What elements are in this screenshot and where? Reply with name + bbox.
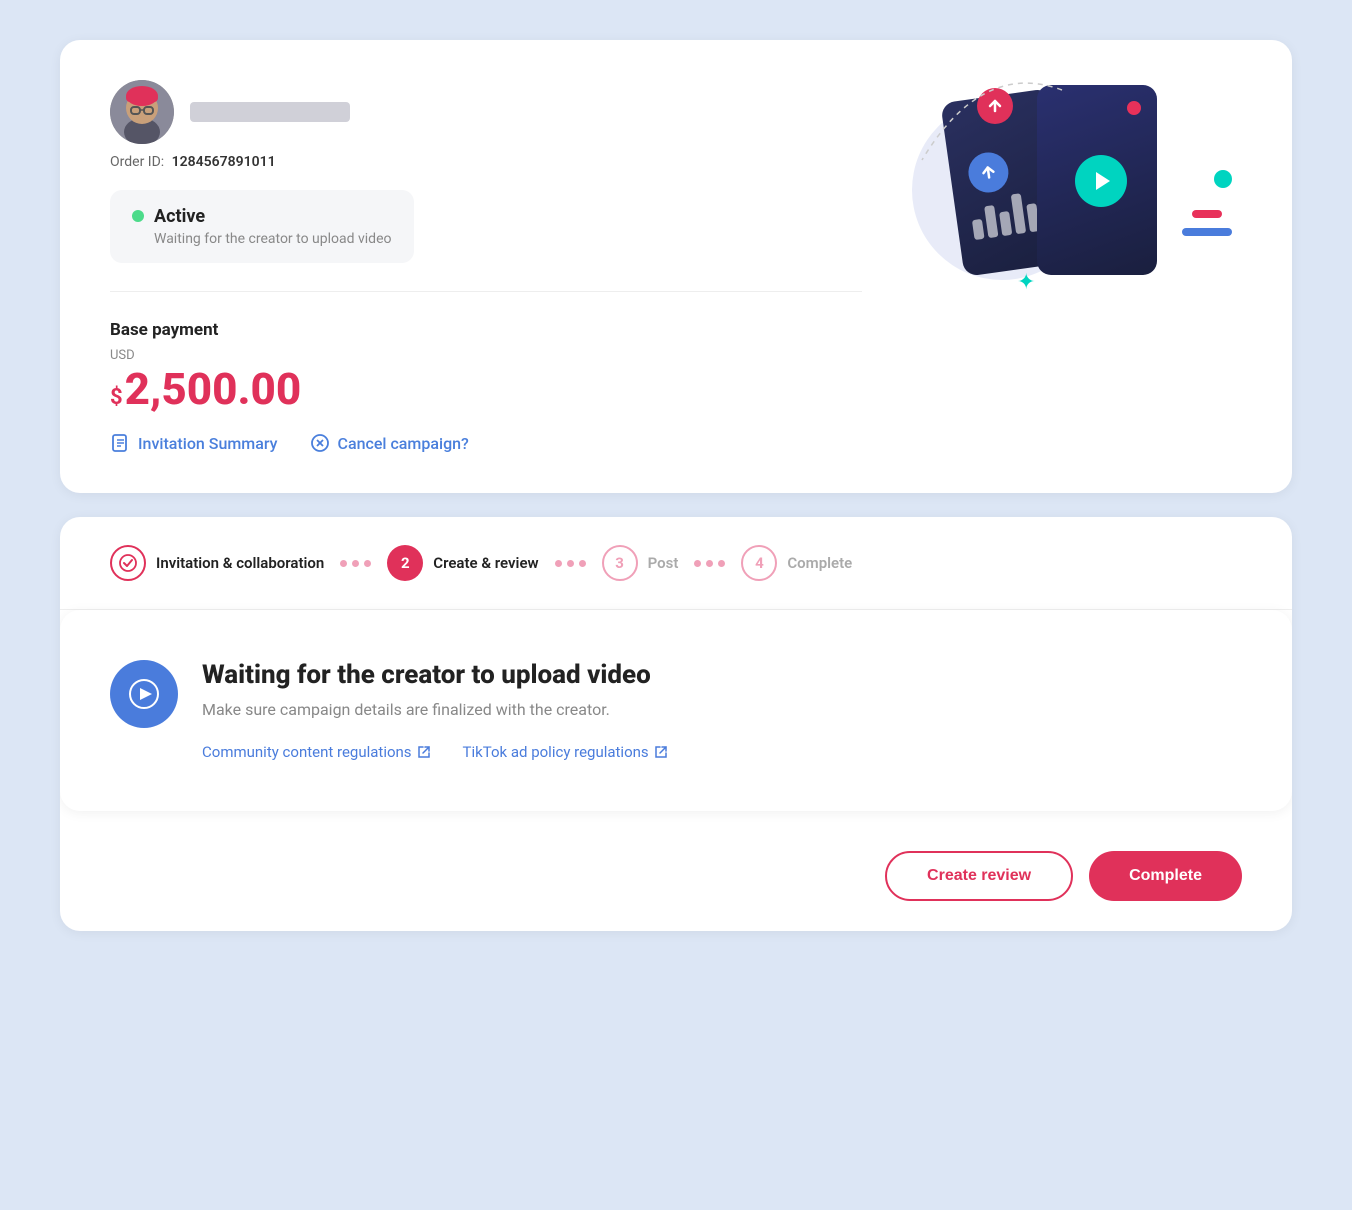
step-dots-2 [555, 560, 586, 567]
video-icon [126, 676, 162, 712]
cancel-campaign-label: Cancel campaign? [338, 434, 469, 453]
cancel-campaign-link[interactable]: Cancel campaign? [310, 433, 469, 453]
status-box: Active Waiting for the creator to upload… [110, 190, 414, 263]
order-id-label: Order ID: [110, 154, 164, 170]
step-dots-1 [340, 560, 371, 567]
community-link-label: Community content regulations [202, 743, 412, 761]
step-item-1: Invitation & collaboration [110, 545, 324, 581]
external-link-icon-2 [654, 745, 668, 759]
user-name-bar [190, 102, 350, 122]
complete-button[interactable]: Complete [1089, 851, 1242, 901]
content-text: Waiting for the creator to upload video … [202, 660, 1242, 761]
step-circle-4: 4 [741, 545, 777, 581]
illustration: ✦ ✦ [862, 80, 1242, 320]
step-label-2: Create & review [433, 554, 538, 572]
teal-dot [1214, 170, 1232, 188]
divider [110, 291, 862, 292]
avatar [110, 80, 174, 144]
step-dots-3 [694, 560, 725, 567]
step-circle-2: 2 [387, 545, 423, 581]
step-circle-1 [110, 545, 146, 581]
create-review-button[interactable]: Create review [885, 851, 1073, 901]
status-text: Active Waiting for the creator to upload… [154, 206, 392, 247]
content-subtitle: Make sure campaign details are finalized… [202, 700, 1242, 719]
steps-card: Invitation & collaboration 2 Create & re… [60, 517, 1292, 931]
currency-code: USD [110, 348, 862, 363]
step-item-2: 2 Create & review [387, 545, 538, 581]
external-link-icon-1 [417, 745, 431, 759]
steps-header: Invitation & collaboration 2 Create & re… [60, 517, 1292, 610]
step-item-4: 4 Complete [741, 545, 852, 581]
status-subtitle: Waiting for the creator to upload video [154, 231, 392, 247]
external-links: Community content regulations TikTok ad … [202, 743, 1242, 761]
tiktok-link-label: TikTok ad policy regulations [463, 743, 649, 761]
community-regulations-link[interactable]: Community content regulations [202, 743, 431, 761]
dashed-arc [902, 80, 1102, 200]
step-label-4: Complete [787, 554, 852, 572]
currency-sign: $ [110, 385, 123, 410]
avatar-svg [110, 80, 174, 144]
deco-line-1 [1192, 210, 1222, 218]
deco-line-2 [1182, 228, 1232, 236]
user-row [110, 80, 862, 144]
sparkle-teal: ✦ [1017, 270, 1035, 295]
content-title: Waiting for the creator to upload video [202, 660, 1242, 690]
step-item-3: 3 Post [602, 545, 679, 581]
video-icon-circle [110, 660, 178, 728]
content-row: Waiting for the creator to upload video … [110, 660, 1242, 761]
amount-value: 2,500.00 [125, 367, 302, 411]
document-icon [110, 433, 130, 453]
step-label-3: Post [648, 554, 679, 572]
status-indicator [132, 210, 144, 222]
pink-dot [1127, 101, 1141, 115]
actions-row: Invitation Summary Cancel campaign? [110, 433, 862, 453]
content-section: Waiting for the creator to upload video … [60, 610, 1292, 811]
invitation-summary-label: Invitation Summary [138, 434, 278, 453]
payment-label: Base payment [110, 320, 862, 340]
top-card: Order ID: 1284567891011 Active Waiting f… [60, 40, 1292, 493]
bottom-actions: Create review Complete [60, 851, 1292, 931]
step-label-1: Invitation & collaboration [156, 554, 324, 572]
status-title: Active [154, 206, 392, 227]
invitation-summary-link[interactable]: Invitation Summary [110, 433, 278, 453]
tiktok-policy-link[interactable]: TikTok ad policy regulations [463, 743, 668, 761]
order-id-value: 1284567891011 [172, 154, 276, 170]
step-circle-3: 3 [602, 545, 638, 581]
amount-row: $ 2,500.00 [110, 367, 862, 411]
left-section: Order ID: 1284567891011 Active Waiting f… [110, 80, 862, 453]
cancel-icon [310, 433, 330, 453]
order-id-row: Order ID: 1284567891011 [110, 154, 862, 170]
